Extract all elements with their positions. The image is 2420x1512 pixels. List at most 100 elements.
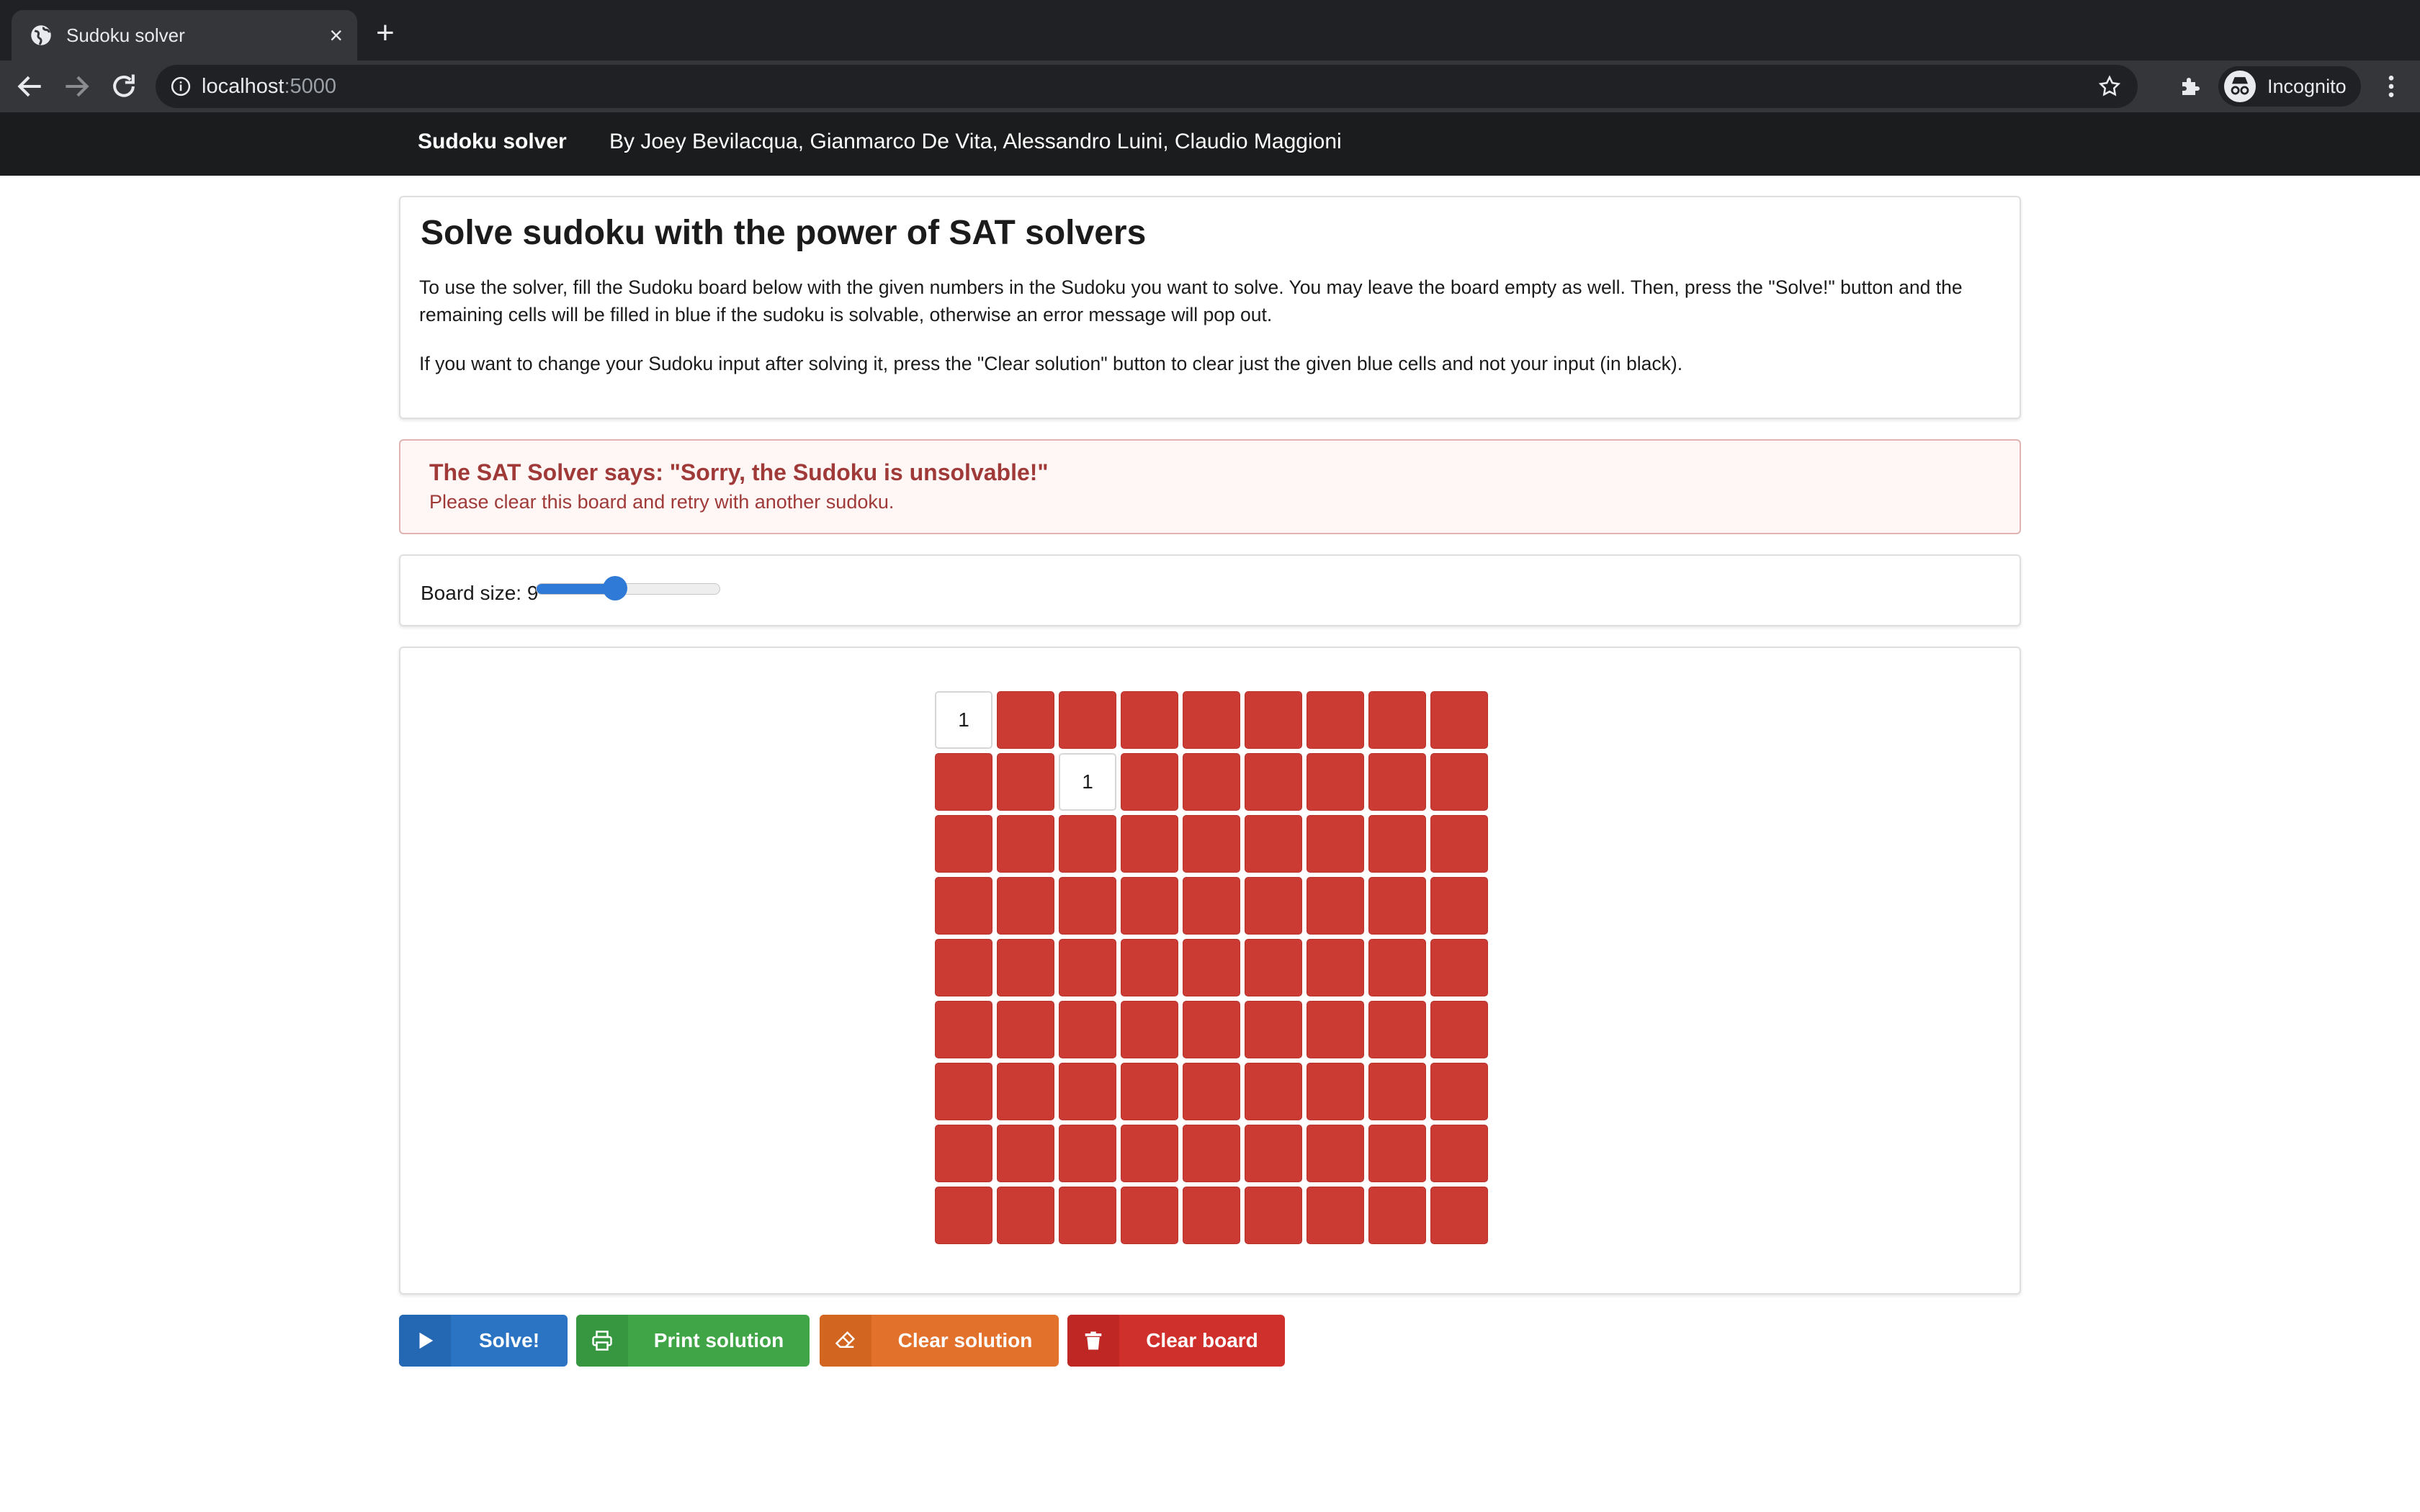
- bookmark-star-icon[interactable]: [2097, 74, 2122, 99]
- tab-close-icon[interactable]: ×: [329, 24, 343, 47]
- forward-arrow-icon[interactable]: [60, 71, 92, 102]
- sudoku-cell[interactable]: [1121, 939, 1178, 996]
- sudoku-cell[interactable]: [1368, 753, 1426, 811]
- sudoku-cell[interactable]: [1430, 1063, 1488, 1120]
- sudoku-cell[interactable]: [1121, 877, 1178, 935]
- sudoku-cell[interactable]: [1121, 1187, 1178, 1244]
- sudoku-cell[interactable]: [1059, 877, 1116, 935]
- sudoku-cell[interactable]: [1307, 1063, 1364, 1120]
- sudoku-cell[interactable]: [997, 877, 1054, 935]
- sudoku-cell[interactable]: [1307, 877, 1364, 935]
- sudoku-cell[interactable]: [1245, 815, 1302, 873]
- back-arrow-icon[interactable]: [14, 71, 46, 102]
- kebab-menu-icon[interactable]: [2377, 72, 2406, 101]
- sudoku-cell[interactable]: [1183, 1125, 1240, 1182]
- sudoku-cell[interactable]: [1245, 1187, 1302, 1244]
- sudoku-cell[interactable]: [1121, 691, 1178, 749]
- sudoku-cell[interactable]: [1307, 815, 1364, 873]
- sudoku-cell[interactable]: [1121, 753, 1178, 811]
- sudoku-cell[interactable]: [1121, 815, 1178, 873]
- sudoku-cell[interactable]: [1307, 1125, 1364, 1182]
- sudoku-cell[interactable]: [1183, 877, 1240, 935]
- sudoku-cell[interactable]: [1430, 1001, 1488, 1058]
- sudoku-cell[interactable]: [1245, 877, 1302, 935]
- sudoku-cell[interactable]: [1368, 1125, 1426, 1182]
- sudoku-cell[interactable]: [1245, 753, 1302, 811]
- sudoku-cell[interactable]: [1245, 1001, 1302, 1058]
- sudoku-cell[interactable]: [935, 815, 992, 873]
- sudoku-cell[interactable]: [1368, 815, 1426, 873]
- sudoku-cell[interactable]: [1183, 1063, 1240, 1120]
- sudoku-cell[interactable]: [1368, 1187, 1426, 1244]
- sudoku-cell[interactable]: [1121, 1125, 1178, 1182]
- incognito-profile-button[interactable]: Incognito: [2218, 66, 2361, 107]
- address-bar[interactable]: localhost:5000: [156, 65, 2138, 108]
- sudoku-cell[interactable]: [1183, 753, 1240, 811]
- sudoku-cell[interactable]: [1245, 691, 1302, 749]
- sudoku-cell[interactable]: [1059, 815, 1116, 873]
- sudoku-cell[interactable]: [1059, 1001, 1116, 1058]
- sudoku-cell[interactable]: [1368, 1001, 1426, 1058]
- clear-board-button[interactable]: Clear board: [1067, 1315, 1285, 1367]
- sudoku-cell[interactable]: [1368, 691, 1426, 749]
- solve-button[interactable]: Solve!: [399, 1315, 568, 1367]
- sudoku-cell[interactable]: [1368, 1063, 1426, 1120]
- sudoku-cell[interactable]: [935, 1063, 992, 1120]
- sudoku-cell[interactable]: [935, 939, 992, 996]
- sudoku-cell[interactable]: [1245, 939, 1302, 996]
- clear-solution-button[interactable]: Clear solution: [820, 1315, 1059, 1367]
- sudoku-cell[interactable]: [1059, 1063, 1116, 1120]
- sudoku-cell[interactable]: [1245, 1063, 1302, 1120]
- sudoku-cell[interactable]: [1307, 1001, 1364, 1058]
- sudoku-cell[interactable]: [935, 1125, 992, 1182]
- sudoku-cell[interactable]: [1183, 815, 1240, 873]
- board-size-slider-track[interactable]: [536, 583, 720, 595]
- sudoku-cell[interactable]: [1430, 877, 1488, 935]
- reload-icon[interactable]: [108, 71, 140, 102]
- sudoku-cell[interactable]: 1: [1059, 753, 1116, 811]
- sudoku-cell[interactable]: [1245, 1125, 1302, 1182]
- sudoku-cell[interactable]: [1307, 753, 1364, 811]
- sudoku-cell[interactable]: [1430, 1187, 1488, 1244]
- print-solution-button[interactable]: Print solution: [576, 1315, 810, 1367]
- sudoku-cell[interactable]: [997, 939, 1054, 996]
- sudoku-cell[interactable]: [997, 1063, 1054, 1120]
- new-tab-icon[interactable]: +: [376, 17, 395, 49]
- sudoku-cell[interactable]: [1183, 939, 1240, 996]
- sudoku-cell[interactable]: [997, 1001, 1054, 1058]
- sudoku-cell[interactable]: [935, 753, 992, 811]
- sudoku-cell[interactable]: [1430, 691, 1488, 749]
- sudoku-cell[interactable]: [935, 1187, 992, 1244]
- sudoku-cell[interactable]: [1059, 1125, 1116, 1182]
- sudoku-cell[interactable]: [1430, 815, 1488, 873]
- info-icon[interactable]: [170, 76, 192, 97]
- sudoku-cell[interactable]: [1059, 691, 1116, 749]
- sudoku-cell[interactable]: 1: [935, 691, 992, 749]
- sudoku-cell[interactable]: [997, 815, 1054, 873]
- browser-tab-active[interactable]: Sudoku solver ×: [12, 10, 357, 60]
- sudoku-cell[interactable]: [1121, 1063, 1178, 1120]
- sudoku-cell[interactable]: [997, 691, 1054, 749]
- sudoku-cell[interactable]: [1368, 877, 1426, 935]
- sudoku-cell[interactable]: [1059, 1187, 1116, 1244]
- sudoku-cell[interactable]: [1183, 1001, 1240, 1058]
- board-size-slider-thumb[interactable]: [602, 576, 627, 600]
- sudoku-cell[interactable]: [1307, 691, 1364, 749]
- sudoku-cell[interactable]: [1430, 753, 1488, 811]
- sudoku-cell[interactable]: [1430, 1125, 1488, 1182]
- sudoku-cell[interactable]: [935, 877, 992, 935]
- sudoku-cell[interactable]: [1307, 1187, 1364, 1244]
- sudoku-cell[interactable]: [1307, 939, 1364, 996]
- sudoku-cell[interactable]: [1430, 939, 1488, 996]
- sudoku-cell[interactable]: [1121, 1001, 1178, 1058]
- sudoku-cell[interactable]: [1059, 939, 1116, 996]
- sudoku-cell[interactable]: [935, 1001, 992, 1058]
- site-brand[interactable]: Sudoku solver: [418, 130, 567, 154]
- extensions-puzzle-icon[interactable]: [2178, 73, 2204, 99]
- sudoku-cell[interactable]: [997, 753, 1054, 811]
- sudoku-cell[interactable]: [997, 1187, 1054, 1244]
- sudoku-cell[interactable]: [1368, 939, 1426, 996]
- sudoku-cell[interactable]: [1183, 1187, 1240, 1244]
- sudoku-cell[interactable]: [997, 1125, 1054, 1182]
- sudoku-cell[interactable]: [1183, 691, 1240, 749]
